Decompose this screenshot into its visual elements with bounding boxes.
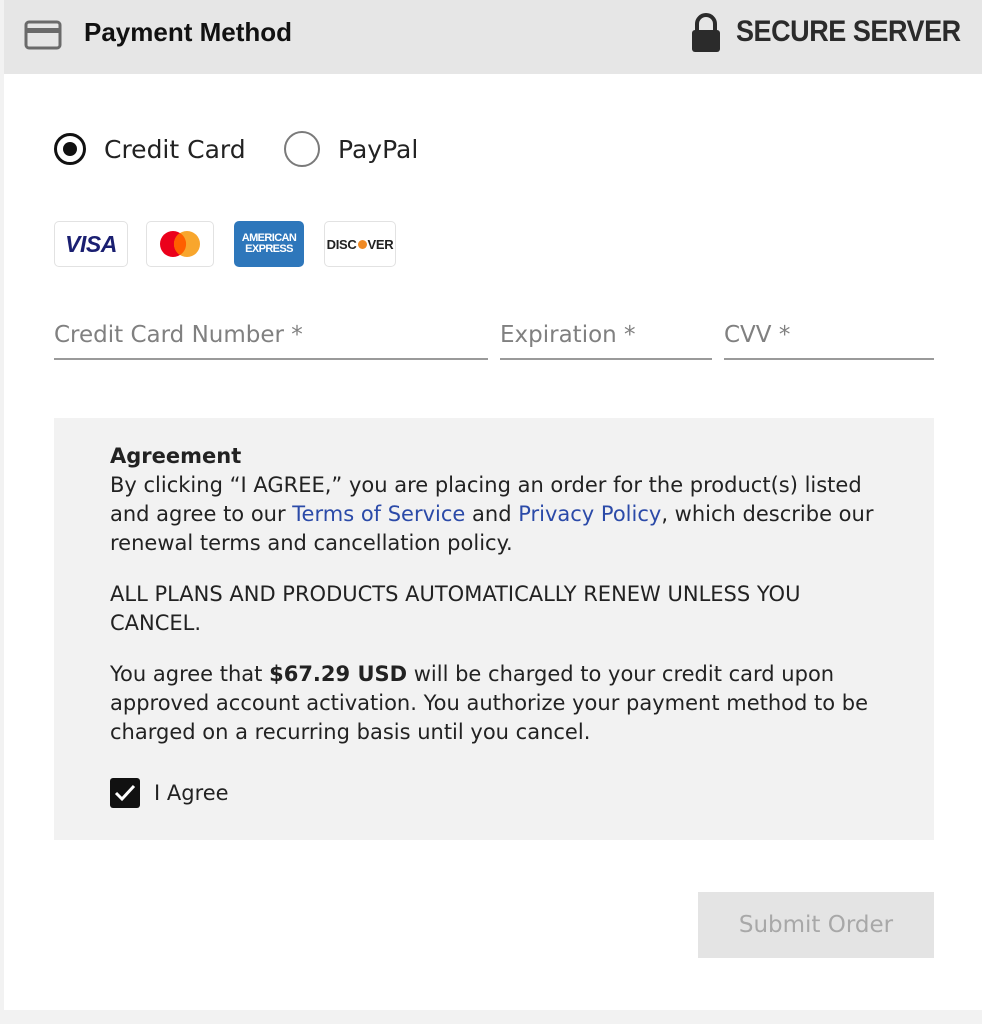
- paypal-radio-label[interactable]: PayPal: [338, 135, 418, 164]
- mastercard-logo: [146, 221, 214, 267]
- agreement-p1-and: and: [465, 502, 519, 526]
- secure-server-label: SECURE SERVER: [736, 15, 961, 48]
- privacy-policy-link[interactable]: Privacy Policy: [518, 502, 661, 526]
- charge-amount: $67.29 USD: [269, 662, 408, 686]
- discover-text-a: DISC: [326, 236, 357, 252]
- mastercard-circles-icon: [160, 231, 200, 257]
- amex-logo: AMERICAN EXPRESS: [234, 221, 304, 267]
- agreement-paragraph-2: ALL PLANS AND PRODUCTS AUTOMATICALLY REN…: [110, 582, 801, 635]
- amex-logo-text-line2: EXPRESS: [245, 243, 293, 255]
- checkmark-icon: [114, 784, 136, 802]
- i-agree-label[interactable]: I Agree: [154, 778, 229, 808]
- payment-header: Payment Method SECURE SERVER: [4, 0, 982, 74]
- paypal-radio[interactable]: [284, 131, 320, 167]
- cvv-field[interactable]: [724, 318, 934, 360]
- visa-logo: VISA: [54, 221, 128, 267]
- payment-panel: Payment Method SECURE SERVER Credit Card…: [4, 0, 982, 1010]
- credit-card-radio-option[interactable]: Credit Card: [54, 130, 246, 168]
- paypal-radio-option[interactable]: PayPal: [284, 130, 418, 168]
- lock-icon: [690, 12, 722, 58]
- submit-order-button[interactable]: Submit Order: [698, 892, 934, 958]
- expiration-input[interactable]: [500, 318, 712, 352]
- i-agree-checkbox[interactable]: [110, 778, 140, 808]
- agreement-box: Agreement By clicking “I AGREE,” you are…: [54, 418, 934, 840]
- page-title: Payment Method: [84, 17, 293, 47]
- expiration-field[interactable]: [500, 318, 712, 360]
- agreement-paragraph-3: You agree that $67.29 USD will be charge…: [110, 660, 890, 747]
- agreement-paragraph-1: By clicking “I AGREE,” you are placing a…: [110, 471, 890, 558]
- credit-card-radio-label[interactable]: Credit Card: [104, 135, 246, 164]
- terms-of-service-link[interactable]: Terms of Service: [292, 502, 465, 526]
- cvv-input[interactable]: [724, 318, 934, 352]
- discover-logo-text: DISC VER: [327, 237, 394, 252]
- credit-card-radio[interactable]: [54, 133, 86, 165]
- visa-logo-text: VISA: [65, 230, 117, 257]
- discover-text-b: VER: [367, 236, 394, 252]
- discover-logo: DISC VER: [324, 221, 396, 267]
- credit-card-icon: [24, 20, 62, 54]
- agreement-title: Agreement: [110, 444, 242, 468]
- discover-o-icon: [357, 239, 367, 249]
- agreement-text: Agreement By clicking “I AGREE,” you are…: [110, 442, 890, 747]
- agreement-p3-start: You agree that: [110, 662, 270, 686]
- card-number-field[interactable]: [54, 318, 488, 360]
- card-number-input[interactable]: [54, 318, 488, 352]
